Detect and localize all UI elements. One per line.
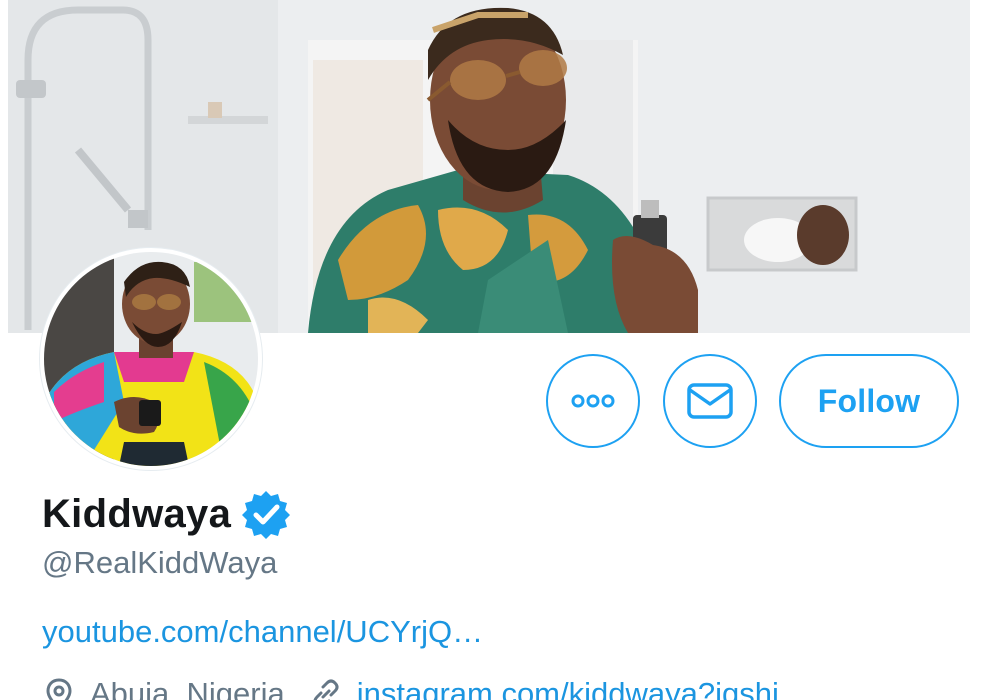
profile-page: Follow Kiddwaya @RealKiddWaya youtube.co… — [0, 0, 1000, 700]
profile-meta-row: Abuja, Nigeria instagram.com/kiddwaya?ig… — [42, 676, 810, 700]
verified-badge-icon — [242, 491, 291, 539]
profile-avatar[interactable] — [40, 248, 262, 470]
profile-secondary-link[interactable]: instagram.com/kiddwaya?igshi… — [357, 676, 810, 700]
display-name: Kiddwaya — [42, 491, 232, 536]
profile-location: Abuja, Nigeria — [90, 676, 285, 700]
profile-website-link[interactable]: youtube.com/channel/UCYrjQ… — [42, 614, 483, 650]
display-name-row: Kiddwaya — [42, 486, 291, 542]
envelope-icon — [687, 383, 733, 419]
follow-button[interactable]: Follow — [779, 354, 959, 448]
more-options-button[interactable] — [546, 354, 640, 448]
message-button[interactable] — [663, 354, 757, 448]
avatar-illustration — [44, 252, 258, 466]
more-horizontal-icon — [571, 394, 615, 408]
user-handle: @RealKiddWaya — [42, 545, 278, 580]
follow-button-label: Follow — [817, 382, 921, 419]
location-pin-icon — [46, 678, 72, 700]
link-icon — [313, 679, 339, 700]
